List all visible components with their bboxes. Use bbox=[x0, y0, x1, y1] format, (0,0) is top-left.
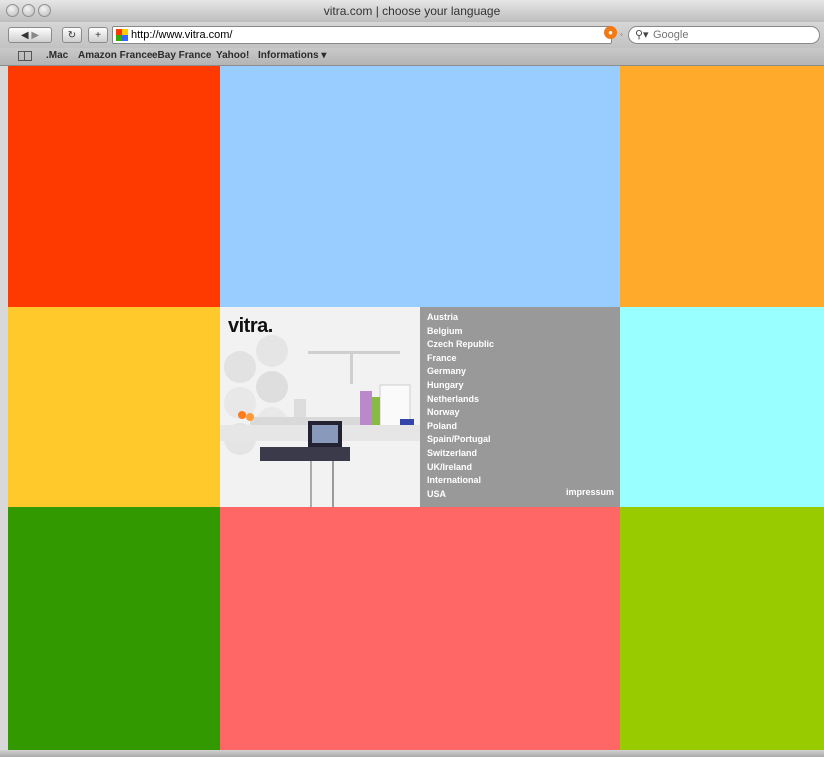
country-link[interactable]: France bbox=[427, 352, 620, 366]
country-link[interactable]: Germany bbox=[427, 365, 620, 379]
country-link[interactable]: UK/Ireland bbox=[427, 461, 620, 475]
country-link[interactable]: Netherlands bbox=[427, 393, 620, 407]
search-icon[interactable]: ⚲▾ bbox=[635, 28, 649, 41]
country-link[interactable]: Switzerland bbox=[427, 447, 620, 461]
office-furniture-photo: vitra. bbox=[220, 307, 420, 507]
color-tile-top-left bbox=[8, 66, 220, 307]
country-link[interactable]: Spain/Portugal bbox=[427, 433, 620, 447]
country-link[interactable]: Belgium bbox=[427, 325, 620, 339]
plus-icon: + bbox=[95, 29, 101, 41]
add-bookmark-button[interactable]: + bbox=[88, 27, 108, 43]
bookmark-amazon-france[interactable]: Amazon France bbox=[78, 50, 152, 61]
bookmark-informations-menu[interactable]: Informations ▾ bbox=[258, 50, 326, 61]
color-tile-top-right bbox=[620, 66, 824, 307]
country-link[interactable]: Poland bbox=[427, 420, 620, 434]
color-tile-top-middle bbox=[220, 66, 620, 307]
color-tile-middle-left bbox=[8, 307, 220, 507]
back-forward-button[interactable]: ◀ ▶ bbox=[8, 27, 52, 43]
country-link[interactable]: International bbox=[427, 474, 620, 488]
title-bar: vitra.com | choose your language bbox=[0, 0, 824, 23]
status-bar bbox=[0, 750, 824, 757]
color-tile-middle-right bbox=[620, 307, 824, 507]
country-link[interactable]: Hungary bbox=[427, 379, 620, 393]
country-link[interactable]: Czech Republic bbox=[427, 338, 620, 352]
browser-window: vitra.com | choose your language ◀ ▶ ↻ +… bbox=[0, 0, 824, 757]
bookmark-mac[interactable]: .Mac bbox=[46, 50, 68, 61]
address-bar[interactable]: http://www.vitra.com/ bbox=[112, 26, 612, 44]
bookmarks-bar: .Mac Amazon France eBay France Yahoo! In… bbox=[0, 48, 824, 66]
country-link[interactable]: Austria bbox=[427, 311, 620, 325]
search-box[interactable]: ⚲▾ bbox=[628, 26, 820, 44]
web-page: vitra. Austria Belgium Czech Republic Fr… bbox=[8, 66, 824, 750]
vitra-logo[interactable]: vitra. bbox=[228, 315, 273, 338]
url-text[interactable]: http://www.vitra.com/ bbox=[131, 29, 232, 41]
color-tile-bottom-middle bbox=[220, 507, 620, 750]
back-arrow-icon[interactable]: ◀ bbox=[21, 30, 29, 41]
toolbar: ◀ ▶ ↻ + http://www.vitra.com/ ● ◦ ⚲▾ bbox=[0, 22, 824, 48]
impressum-link[interactable]: impressum bbox=[566, 487, 614, 497]
forward-arrow-icon[interactable]: ▶ bbox=[31, 30, 39, 41]
bookmark-ebay-france[interactable]: eBay France bbox=[152, 50, 211, 61]
reload-button[interactable]: ↻ bbox=[62, 27, 82, 43]
rss-icon[interactable]: ● bbox=[604, 26, 617, 39]
bookmark-yahoo[interactable]: Yahoo! bbox=[216, 50, 249, 61]
color-tile-bottom-right bbox=[620, 507, 824, 750]
search-input[interactable] bbox=[653, 28, 813, 42]
site-favicon-icon bbox=[116, 29, 128, 41]
window-title: vitra.com | choose your language bbox=[323, 4, 501, 18]
country-menu: Austria Belgium Czech Republic France Ge… bbox=[420, 307, 620, 507]
bookmarks-book-icon[interactable] bbox=[18, 51, 32, 61]
reload-icon: ↻ bbox=[67, 29, 77, 41]
color-tile-bottom-left bbox=[8, 507, 220, 750]
country-link[interactable]: Norway bbox=[427, 406, 620, 420]
chevron-icon[interactable]: ◦ bbox=[620, 30, 623, 39]
